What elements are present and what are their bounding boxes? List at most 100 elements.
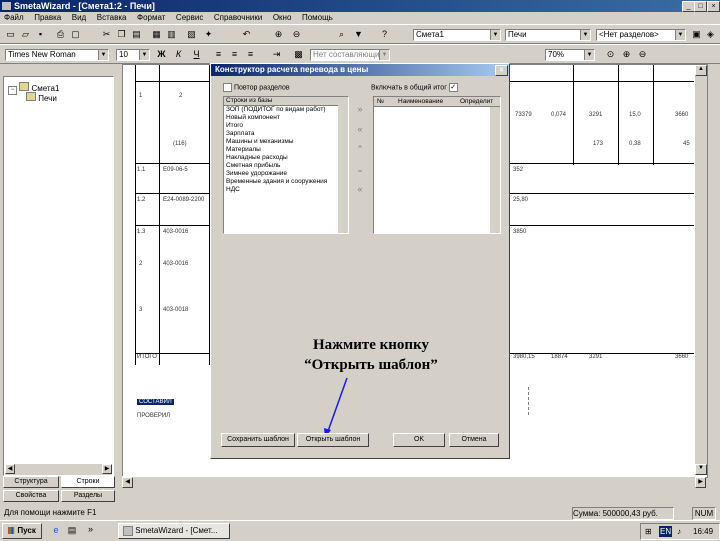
zoom-out-icon[interactable]: ⊖: [636, 48, 649, 61]
base-rows-list[interactable]: Строки из базы ЗОП (ПОДИТОГ по видам раб…: [223, 96, 349, 234]
open-icon[interactable]: ▱: [19, 28, 32, 41]
volume-icon[interactable]: ♪: [677, 524, 681, 539]
start-button[interactable]: Пуск: [2, 523, 42, 539]
list-item[interactable]: Временные здания и сооружения: [224, 178, 348, 186]
maximize-icon[interactable]: □: [694, 1, 707, 12]
collapse-icon[interactable]: −: [8, 86, 17, 95]
remove-all-icon[interactable]: «: [353, 184, 367, 198]
menu-help[interactable]: Помощь: [298, 12, 337, 24]
indent-icon[interactable]: ⇥: [270, 48, 283, 61]
menu-tools[interactable]: Сервис: [172, 12, 207, 24]
menu-references[interactable]: Справочники: [210, 12, 266, 24]
list-item[interactable]: Накладные расходы: [224, 154, 348, 162]
ok-button[interactable]: OK: [393, 433, 445, 447]
scroll-left-icon[interactable]: ◀: [122, 477, 133, 488]
cancel-button[interactable]: Отмена: [449, 433, 499, 447]
scroll-down-icon[interactable]: ▼: [695, 464, 707, 475]
list-item[interactable]: Материалы: [224, 146, 348, 154]
chevron-down-icon[interactable]: ▼: [139, 50, 149, 60]
menu-file[interactable]: Файл: [0, 12, 28, 24]
move-left-icon[interactable]: «: [353, 124, 367, 138]
scroll-right-icon[interactable]: ▶: [102, 464, 112, 474]
lock-icon[interactable]: ▣: [690, 28, 703, 41]
list-item[interactable]: Зарплата: [224, 130, 348, 138]
include-total-checkbox[interactable]: ✓: [448, 83, 458, 92]
doc-hscrollbar[interactable]: ◀ ▶: [122, 476, 706, 489]
repeat-sections-checkbox[interactable]: [223, 83, 232, 92]
align-center-icon[interactable]: ≡: [228, 48, 241, 61]
chart-icon[interactable]: ▧: [185, 28, 198, 41]
underline-icon[interactable]: Ч: [190, 48, 203, 61]
zoom-combo[interactable]: 70% ▼: [545, 49, 595, 61]
close-icon[interactable]: ×: [495, 65, 508, 76]
menu-window[interactable]: Окно: [269, 12, 296, 24]
undo-icon[interactable]: ↶: [240, 28, 253, 41]
desktop-icon[interactable]: ▤: [66, 525, 78, 537]
smeta-combo[interactable]: Смета1 ▼: [413, 29, 501, 41]
menu-format[interactable]: Формат: [133, 12, 169, 24]
col-header-name[interactable]: Наименование: [398, 97, 443, 106]
italic-icon[interactable]: К: [172, 48, 185, 61]
col-header-formula[interactable]: Определит: [460, 97, 493, 106]
network-icon[interactable]: ⊞: [645, 524, 652, 539]
component-icon[interactable]: ▩: [292, 48, 305, 61]
new-icon[interactable]: ▭: [4, 28, 17, 41]
list-item[interactable]: Новый компонент: [224, 114, 348, 122]
cut-icon[interactable]: ✂: [100, 28, 113, 41]
calc-icon[interactable]: ▦: [150, 28, 163, 41]
chevron-down-icon[interactable]: ▼: [98, 50, 108, 60]
paste-icon[interactable]: ▤: [130, 28, 143, 41]
move-up-icon[interactable]: ⌃: [353, 144, 367, 158]
chevron-down-icon[interactable]: ▼: [584, 50, 594, 60]
align-right-icon[interactable]: ≡: [244, 48, 257, 61]
tree-item-pechi[interactable]: Печи: [26, 92, 57, 103]
close-icon[interactable]: ×: [707, 1, 720, 12]
scroll-left-icon[interactable]: ◀: [5, 464, 15, 474]
print-icon[interactable]: ⎙: [54, 28, 67, 41]
filter-icon[interactable]: ▼: [352, 28, 365, 41]
save-icon[interactable]: ▪: [34, 28, 47, 41]
list-item[interactable]: Сметная прибыль: [224, 162, 348, 170]
tab-structure[interactable]: Структура: [3, 476, 59, 488]
chevron-down-icon[interactable]: ▼: [490, 30, 500, 40]
style-combo[interactable]: Нет составляющих ▼: [310, 49, 390, 61]
chevron-down-icon[interactable]: ▼: [580, 30, 590, 40]
copy-icon[interactable]: ❐: [115, 28, 128, 41]
tool-icon[interactable]: ◈: [704, 28, 717, 41]
help-icon[interactable]: ?: [378, 28, 391, 41]
include-total-option[interactable]: Включать в общий итог ✓: [371, 83, 458, 92]
list-item[interactable]: ЗОП (ПОДИТОГ по видам работ): [224, 106, 348, 114]
chevron-down-icon[interactable]: ▼: [379, 50, 389, 60]
repeat-sections-option[interactable]: Повтор разделов: [223, 83, 290, 92]
zoom-fit-icon[interactable]: ⊙: [604, 48, 617, 61]
col-header-num[interactable]: №: [377, 97, 384, 106]
language-indicator[interactable]: EN: [659, 526, 673, 537]
list-vscrollbar[interactable]: [338, 97, 348, 233]
chevron-down-icon[interactable]: ▼: [675, 30, 685, 40]
move-right-icon[interactable]: »: [353, 104, 367, 118]
move-down-icon[interactable]: ⌄: [353, 164, 367, 178]
subsection-combo[interactable]: <Нет разделов> ▼: [596, 29, 686, 41]
menu-edit[interactable]: Правка: [30, 12, 65, 24]
tab-rows[interactable]: Строки: [61, 476, 115, 488]
table-icon[interactable]: ▥: [165, 28, 178, 41]
tab-sections[interactable]: Разделы: [61, 490, 115, 502]
bold-icon[interactable]: Ж: [155, 48, 168, 61]
template-rows-table[interactable]: № Наименование Определит: [373, 96, 501, 234]
search-icon[interactable]: ⌕: [335, 28, 348, 41]
selected-cell[interactable]: СОСТАВИЛ: [137, 399, 174, 405]
menu-view[interactable]: Вид: [68, 12, 90, 24]
doc-vscrollbar[interactable]: ▲ ▼: [694, 65, 707, 475]
open-template-button[interactable]: Открыть шаблон: [297, 433, 369, 447]
scroll-up-icon[interactable]: ▲: [695, 65, 707, 76]
tree-hscrollbar[interactable]: ◀ ▶: [5, 463, 112, 475]
list-item[interactable]: НДС: [224, 186, 348, 194]
list-item[interactable]: Итого: [224, 122, 348, 130]
preview-icon[interactable]: ▢: [69, 28, 82, 41]
wizard-icon[interactable]: ✦: [202, 28, 215, 41]
menu-insert[interactable]: Вставка: [93, 12, 131, 24]
section-combo[interactable]: Печи ▼: [505, 29, 591, 41]
taskbar-app-button[interactable]: SmetaWizard - [Смет...: [118, 523, 230, 539]
list-item[interactable]: Машины и механизмы: [224, 138, 348, 146]
insert-icon[interactable]: ⊕: [272, 28, 285, 41]
